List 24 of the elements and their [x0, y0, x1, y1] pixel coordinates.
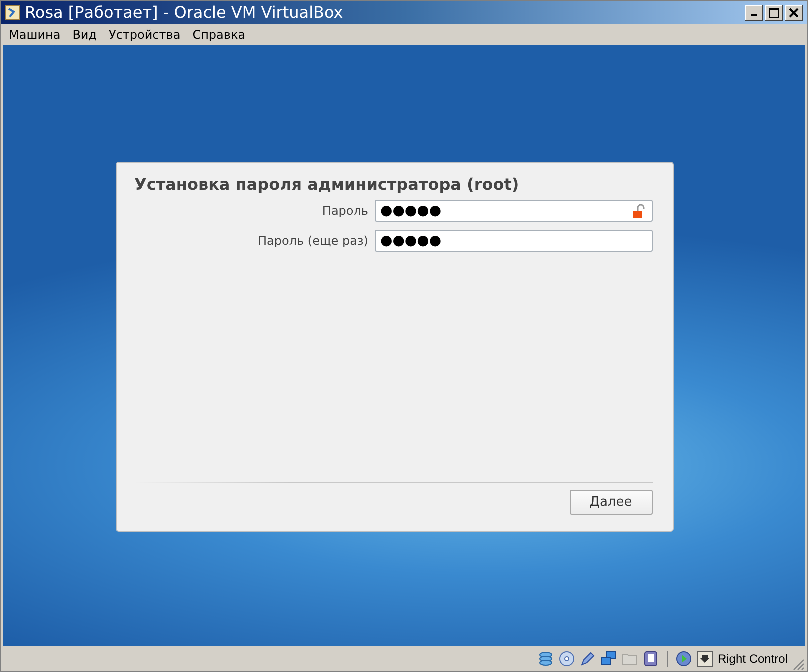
pen-icon[interactable]: [580, 650, 596, 666]
host-key-label: Right Control: [718, 652, 788, 666]
padlock-icon: [632, 204, 644, 218]
password-field[interactable]: ●●●●●: [374, 200, 652, 222]
menu-item[interactable]: Машина: [9, 28, 61, 42]
window-title: Rosa [Работает] - Oracle VM VirtualBox: [25, 3, 344, 22]
field-label: Пароль (еще раз): [258, 234, 368, 248]
close-icon: [789, 8, 799, 18]
app-icon: [5, 4, 21, 20]
resize-grip-icon[interactable]: [793, 659, 805, 671]
maximize-icon: [769, 8, 779, 18]
menu-item[interactable]: Справка: [192, 28, 246, 42]
password-field[interactable]: ●●●●●: [374, 230, 652, 252]
hard-disk-icon[interactable]: [538, 650, 554, 666]
minimize-button[interactable]: [745, 4, 763, 20]
dialog-title: Установка пароля администратора (root): [134, 175, 520, 194]
menu-item[interactable]: Вид: [72, 28, 98, 42]
menu-item[interactable]: Устройства: [109, 28, 181, 42]
maximize-button[interactable]: [765, 4, 783, 20]
next-button[interactable]: Далее: [570, 490, 652, 515]
close-button[interactable]: [785, 4, 803, 20]
network-icon[interactable]: [600, 650, 617, 666]
optical-disc-icon[interactable]: [558, 650, 575, 666]
field-label: Пароль: [322, 204, 368, 218]
